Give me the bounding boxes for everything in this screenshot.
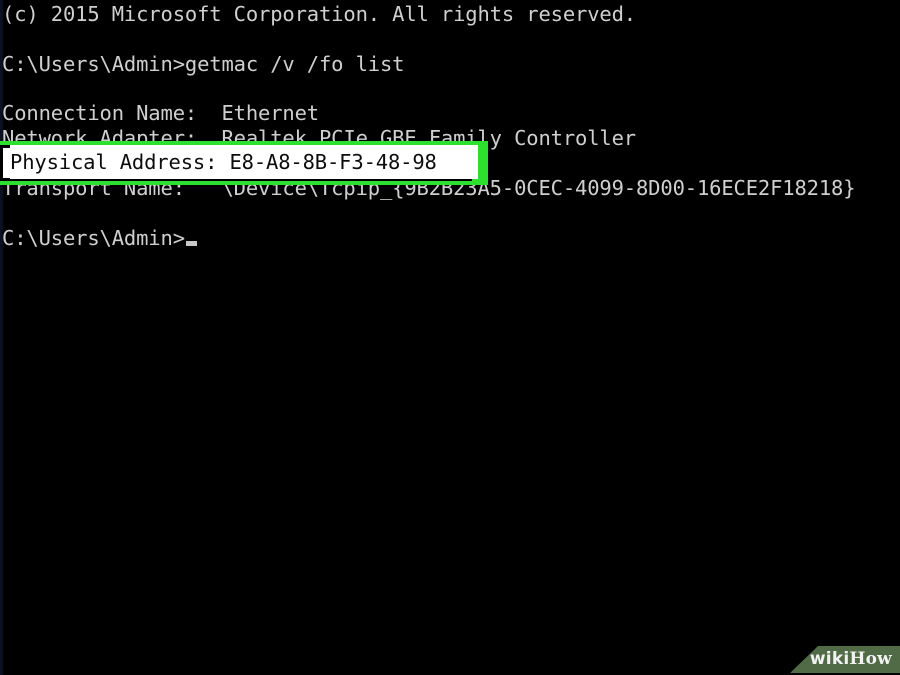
watermark-label: wikiHow <box>810 646 892 673</box>
console-output-area[interactable]: (c) 2015 Microsoft Corporation. All righ… <box>0 0 900 675</box>
console-line-connection-name: Connection Name: Ethernet <box>2 101 319 125</box>
console-line-final-prompt: C:\Users\Admin> <box>2 226 197 251</box>
watermark-brand-second: How <box>849 649 892 669</box>
wikihow-watermark: wikiHow <box>790 646 900 673</box>
text-cursor <box>185 241 197 246</box>
prompt-text: C:\Users\Admin> <box>2 226 185 250</box>
command-prompt-window: (c) 2015 Microsoft Corporation. All righ… <box>0 0 900 675</box>
highlighted-physical-address-text: Physical Address: E8-A8-8B-F3-48-98 <box>10 145 478 179</box>
watermark-brand-first: wiki <box>809 649 850 669</box>
console-line-copyright: (c) 2015 Microsoft Corporation. All righ… <box>2 2 636 26</box>
console-line-command: C:\Users\Admin>getmac /v /fo list <box>2 52 405 76</box>
